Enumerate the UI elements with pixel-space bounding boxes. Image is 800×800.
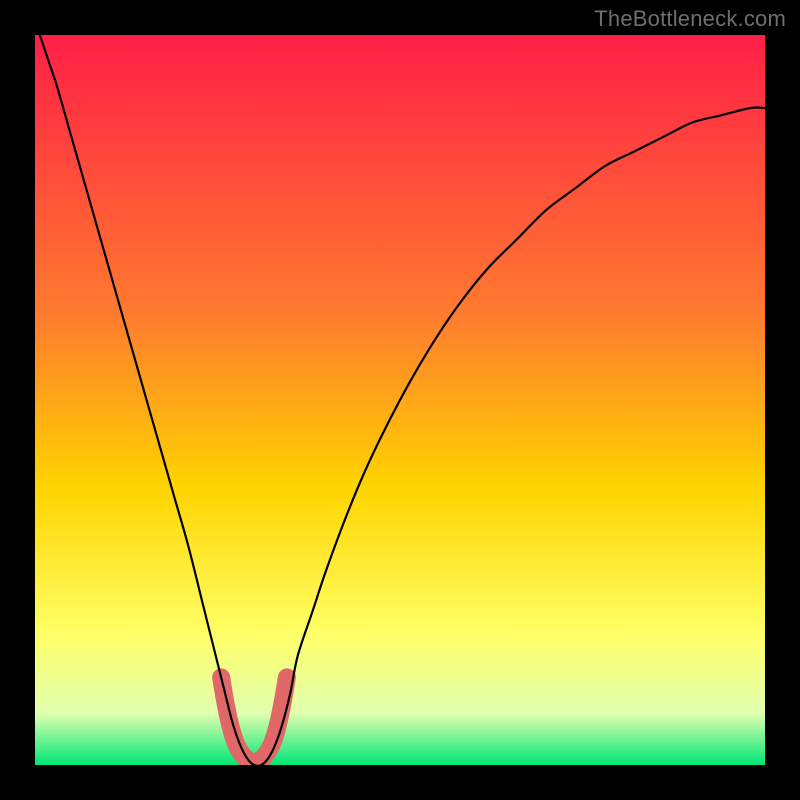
- plot-area: [35, 35, 765, 765]
- watermark-text: TheBottleneck.com: [594, 6, 786, 32]
- chart-svg: [35, 35, 765, 765]
- chart-frame: TheBottleneck.com: [0, 0, 800, 800]
